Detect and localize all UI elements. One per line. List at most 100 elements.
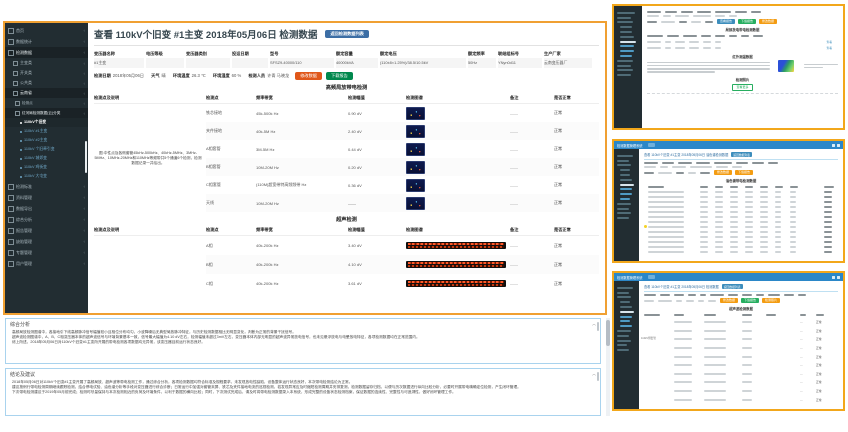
sidebar-item[interactable]: 用户管理 ‹	[5, 258, 88, 269]
sidebar-item-label: 综合分析	[16, 217, 32, 223]
mini-button[interactable]: 下载报告	[741, 298, 759, 303]
text-bar	[715, 246, 723, 248]
meta-pair: 检测人员许青 马晓龙	[248, 73, 289, 78]
mini-button[interactable]: 查看报告	[717, 19, 735, 24]
sidebar-item[interactable]: 110kV 个旧牵引变	[5, 145, 88, 154]
text-bar	[760, 186, 768, 188]
ultrasonic-waveform-thumbnail[interactable]	[406, 280, 506, 288]
row-action[interactable]	[824, 235, 838, 239]
text-bar	[648, 236, 684, 238]
sidebar-item[interactable]: 公共类 ‹	[5, 78, 88, 88]
mini1-meta-row: 查看报告下载报告修改数据	[647, 19, 838, 24]
text-bar	[775, 241, 781, 243]
row-action[interactable]	[824, 210, 838, 214]
text-bar	[730, 216, 738, 218]
collapse-icon[interactable]: ︿	[592, 371, 596, 377]
row-action[interactable]	[824, 215, 838, 219]
sidebar-item[interactable]: 红河局检测数据(云)分类 ‹	[5, 108, 88, 118]
text-bar	[665, 41, 671, 43]
sidebar-item[interactable]: 数据统计 ‹	[5, 36, 88, 47]
back-badge[interactable]: 返回数据列表	[731, 152, 752, 157]
sidebar-item[interactable]: 报告管理 ‹	[5, 225, 88, 236]
view-link[interactable]: 查看	[826, 40, 832, 44]
window-control-icon[interactable]	[832, 276, 835, 279]
sidebar-item[interactable]: 110kV 鸡街变	[5, 163, 88, 172]
download-report-button[interactable]: 下载报告	[326, 72, 353, 80]
row-action[interactable]	[824, 195, 838, 199]
sidebar-item[interactable]: 云南省 ‹	[5, 88, 88, 98]
sidebar-item[interactable]: 110kV #1主变	[5, 127, 88, 136]
mini-button[interactable]: 修改数据	[714, 170, 732, 175]
sidebar-item[interactable]: 110kV 城郊变	[5, 154, 88, 163]
row-action[interactable]	[824, 245, 838, 249]
sidebar-item[interactable]: 检测点 ‹	[5, 98, 88, 108]
sidebar-item[interactable]: 数据导出 ‹	[5, 203, 88, 214]
sidebar-item-label: 用户管理	[16, 261, 32, 267]
browser-tab[interactable]	[648, 143, 655, 147]
chevron-left-icon: ‹	[84, 250, 86, 255]
mini-button[interactable]: 修改数据	[720, 298, 738, 303]
sidebar-item[interactable]: 检测数据 ‹	[5, 47, 88, 58]
view-more-link[interactable]: 查看更多	[732, 84, 752, 91]
mini-button[interactable]: 下载报告	[738, 19, 756, 24]
row-action[interactable]	[824, 205, 838, 209]
infrared-image-thumbnail[interactable]	[778, 60, 794, 72]
row-cell	[715, 195, 730, 199]
sidebar-item[interactable]: 首页 ‹	[5, 25, 88, 36]
header-cell	[766, 313, 800, 317]
sidebar-item[interactable]: 综合分析 ‹	[5, 214, 88, 225]
window-control-icon[interactable]	[832, 144, 835, 147]
spectrum-thumbnail[interactable]	[406, 125, 425, 138]
row-cell	[700, 230, 715, 234]
hf-description-cell: 图:中性点及各侧套管45kHz-500kHz、40kHz-5MHz、3MHz-5…	[94, 104, 206, 212]
spectrum-thumbnail[interactable]	[406, 179, 425, 192]
sidebar-item[interactable]: 110kV个旧变	[5, 118, 88, 127]
window-control-icon[interactable]	[837, 144, 840, 147]
mini-button[interactable]: 下载报告	[735, 170, 753, 175]
sidebar-item[interactable]: 资料管理 ‹	[5, 192, 88, 203]
ultrasonic-waveform-thumbnail[interactable]	[406, 261, 506, 269]
hf-remark: ——	[510, 111, 554, 116]
sidebar-scrollbar-thumb[interactable]	[85, 141, 87, 173]
spectrum-thumbnail[interactable]	[406, 143, 425, 156]
text-bar	[824, 236, 832, 238]
sidebar-item[interactable]: 主变类 ‹	[5, 58, 88, 68]
sidebar-item[interactable]: 110kV #2主变	[5, 136, 88, 145]
text-bar	[700, 191, 708, 193]
back-badge[interactable]: 返回数据列表	[722, 284, 743, 289]
collapse-icon[interactable]: ︿	[592, 321, 596, 327]
row-action[interactable]	[824, 225, 838, 229]
page-scrollbar-track[interactable]	[606, 318, 610, 416]
row-action[interactable]	[824, 250, 838, 254]
text-bar	[665, 11, 677, 13]
spectrum-thumbnail[interactable]	[406, 107, 425, 120]
view-link[interactable]: 查看	[826, 46, 832, 50]
page-scrollbar-thumb[interactable]	[606, 320, 610, 346]
row-action[interactable]	[824, 200, 838, 204]
spectrum-thumbnail[interactable]	[406, 197, 425, 210]
ultrasonic-waveform-thumbnail[interactable]	[406, 242, 506, 250]
edit-data-button[interactable]: 修改数据	[295, 72, 322, 80]
row-action[interactable]	[824, 240, 838, 244]
mini-button[interactable]: 修改数据	[759, 19, 777, 24]
mini-button[interactable]: 检测照片	[762, 298, 780, 303]
row-cell	[715, 230, 730, 234]
text-bar	[742, 321, 752, 323]
text-bar	[698, 300, 704, 302]
text-bar	[620, 316, 632, 318]
sidebar-item[interactable]: 开关类 ‹	[5, 68, 88, 78]
window-control-icon[interactable]	[837, 276, 840, 279]
hf-amplitude: 0.90 dV	[348, 111, 406, 116]
spectrum-thumbnail[interactable]	[406, 161, 425, 174]
row-action[interactable]	[824, 230, 838, 234]
browser-tab[interactable]	[648, 275, 655, 279]
back-to-list-button[interactable]: 返回检测数据列表	[325, 30, 369, 38]
panel-scrollbar-thumb[interactable]	[597, 322, 599, 331]
row-action[interactable]	[824, 190, 838, 194]
sidebar-item[interactable]: 110kV 大屯变	[5, 172, 88, 181]
row-action[interactable]	[824, 220, 838, 224]
sidebar-item[interactable]: 专题管理 ‹	[5, 247, 88, 258]
sidebar-item[interactable]: 缺陷管理 ‹	[5, 236, 88, 247]
panel-scrollbar-thumb[interactable]	[597, 372, 599, 381]
sidebar-item[interactable]: 检测标准 ‹	[5, 181, 88, 192]
